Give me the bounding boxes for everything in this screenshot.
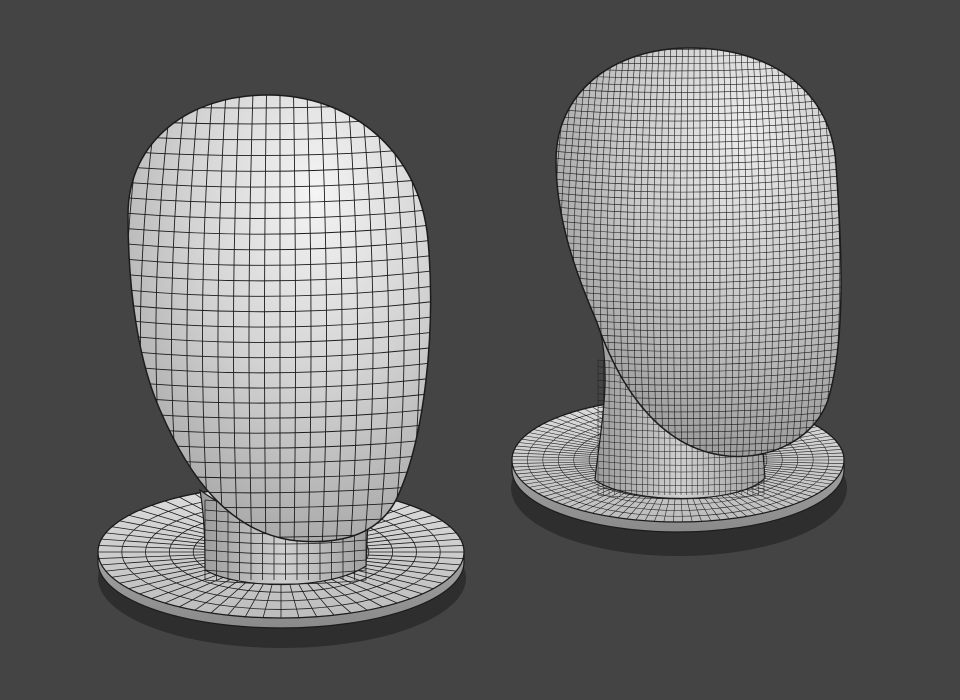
3d-viewport[interactable]: [0, 0, 960, 700]
viewport-render: [97, 36, 860, 648]
mannequin-head-dense-mesh[interactable]: [511, 36, 860, 556]
head: [127, 94, 432, 543]
head-surface: [127, 94, 432, 543]
head: [555, 47, 842, 458]
mannequin-head-coarse-mesh[interactable]: [97, 86, 466, 648]
